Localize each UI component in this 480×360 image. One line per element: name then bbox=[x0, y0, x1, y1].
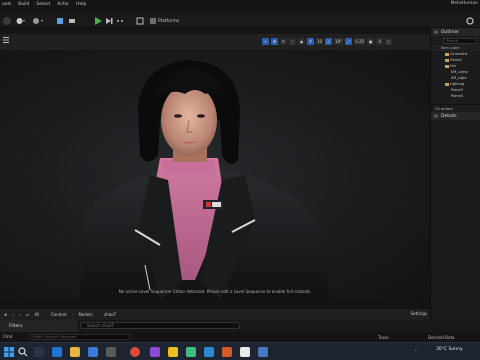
main-toolbar: Platforms bbox=[0, 14, 480, 28]
app-purple-icon[interactable] bbox=[150, 347, 160, 357]
menu-help[interactable]: Help bbox=[76, 2, 86, 7]
menu-bar: ools Build Select Actor Help bbox=[0, 0, 480, 8]
play-button[interactable] bbox=[94, 17, 102, 25]
camera-speed-icon[interactable]: ▣ bbox=[367, 38, 375, 45]
chrome-icon[interactable] bbox=[130, 347, 140, 357]
platforms-button[interactable]: Platforms bbox=[150, 17, 190, 25]
menu-build[interactable]: Build bbox=[18, 2, 29, 7]
viewport-message: No active Level Sequencer Editor detecte… bbox=[118, 289, 312, 294]
world-local-icon[interactable]: ◉ bbox=[298, 38, 305, 45]
breadcrumb-models[interactable]: Models bbox=[78, 312, 92, 317]
launch-icon[interactable] bbox=[136, 17, 144, 25]
system-tray-icon[interactable]: ⌃ bbox=[414, 349, 417, 354]
move-tool-button[interactable]: ✥ bbox=[271, 38, 278, 45]
blueprint-icon[interactable] bbox=[56, 17, 64, 25]
add-button-icon[interactable]: ⊕ bbox=[4, 312, 7, 317]
task-view-icon[interactable] bbox=[34, 347, 44, 357]
window-title: MetaHuman bbox=[450, 1, 478, 6]
app-yellow-icon[interactable] bbox=[168, 347, 178, 357]
mail-icon[interactable] bbox=[88, 347, 98, 357]
play-options-icon[interactable] bbox=[116, 17, 124, 25]
save-icon[interactable] bbox=[3, 17, 11, 25]
breadcrumb-separator-icon: › bbox=[97, 312, 100, 317]
folder-icon bbox=[445, 52, 449, 56]
details-title: Details bbox=[441, 113, 457, 119]
camera-speed-value[interactable]: 4 bbox=[376, 38, 384, 45]
app-orange-icon[interactable] bbox=[222, 347, 232, 357]
breadcrumb-zhaot[interactable]: zhaoT bbox=[104, 312, 116, 317]
filters-button[interactable]: Filters bbox=[0, 320, 78, 332]
viewport-menu-icon[interactable] bbox=[3, 37, 9, 43]
content-search-input[interactable]: Search zhaoT bbox=[80, 322, 240, 329]
outliner-title: Outliner bbox=[441, 29, 460, 35]
content-filter-row: Filters Search zhaoT bbox=[0, 320, 480, 332]
forward-icon[interactable]: › bbox=[19, 312, 21, 317]
app-blue-icon[interactable] bbox=[204, 347, 214, 357]
app-editor-icon[interactable] bbox=[258, 347, 268, 357]
outliner-tree: Cinematic Gentel Hm SM_Lamp SM_Light Lig… bbox=[431, 51, 480, 99]
unreal-engine-icon[interactable] bbox=[240, 347, 250, 357]
viewport-transform-controls: + ✥ ↻ ⬚ ◉ # 10 ∠ 10° ⤢ 0.25 ▣ 4 ▢ bbox=[262, 38, 393, 45]
taskbar-search-icon[interactable] bbox=[18, 347, 28, 357]
actor-count: 25 actors bbox=[431, 104, 480, 111]
weather-widget[interactable]: 30°C Sunny bbox=[436, 347, 463, 352]
viewport-bottom-bar bbox=[0, 300, 430, 309]
menu-tools[interactable]: ools bbox=[2, 2, 11, 7]
store-icon[interactable] bbox=[106, 347, 116, 357]
windows-start-icon[interactable] bbox=[4, 347, 14, 357]
rotate-snap-value[interactable]: 10° bbox=[334, 38, 344, 45]
content-settings-button[interactable]: Settings bbox=[411, 311, 427, 316]
folder-icon bbox=[445, 58, 449, 62]
outliner-tab-icon: ▤ bbox=[434, 29, 438, 34]
maximize-viewport-icon[interactable]: ▢ bbox=[385, 38, 393, 45]
menu-select[interactable]: Select bbox=[36, 2, 50, 7]
rotate-tool-button[interactable]: ↻ bbox=[280, 38, 287, 45]
menu-actor[interactable]: Actor bbox=[57, 2, 69, 7]
cmd-label[interactable]: Cmd bbox=[3, 334, 12, 339]
status-bar: Cmd Enter Console Command Trace Derived … bbox=[0, 332, 480, 342]
edge-browser-icon[interactable] bbox=[52, 347, 62, 357]
derived-data-button[interactable]: Derived Data bbox=[428, 335, 455, 340]
console-command-input[interactable]: Enter Console Command bbox=[30, 334, 130, 340]
scale-snap-toggle[interactable]: ⤢ bbox=[345, 38, 353, 45]
select-tool-button[interactable]: + bbox=[262, 38, 269, 45]
character-render bbox=[80, 60, 330, 300]
platforms-label: Platforms bbox=[158, 18, 180, 24]
folder-icon bbox=[445, 82, 449, 86]
scale-snap-value[interactable]: 0.25 bbox=[354, 38, 366, 45]
platforms-icon bbox=[150, 18, 156, 24]
outliner-search-input[interactable]: Search bbox=[443, 38, 477, 44]
grid-snap-toggle[interactable]: # bbox=[307, 38, 314, 45]
grid-snap-value[interactable]: 10 bbox=[316, 38, 324, 45]
breadcrumb-content[interactable]: Content bbox=[51, 312, 67, 317]
back-icon[interactable]: ‹ bbox=[12, 312, 14, 317]
settings-gear-icon[interactable] bbox=[466, 17, 474, 25]
os-taskbar: ⌃ 30°C Sunny bbox=[0, 342, 480, 360]
cinematics-icon[interactable] bbox=[68, 17, 76, 25]
details-tab-icon: ▤ bbox=[434, 113, 438, 118]
app-green-icon[interactable] bbox=[186, 347, 196, 357]
breadcrumb-separator-icon: › bbox=[44, 312, 46, 317]
details-header: ▤ Details bbox=[431, 112, 480, 120]
rotate-snap-toggle[interactable]: ∠ bbox=[325, 38, 333, 45]
content-breadcrumb: ⊕ ‹ › ▭ All › Content › Models › zhaoT S… bbox=[0, 309, 430, 320]
trace-button[interactable]: Trace bbox=[378, 335, 389, 340]
breadcrumb-all[interactable]: All bbox=[34, 312, 39, 317]
outliner-row-plane4[interactable]: Plane4 bbox=[431, 93, 480, 99]
select-mode-button[interactable] bbox=[16, 17, 26, 25]
scale-tool-button[interactable]: ⬚ bbox=[289, 38, 296, 45]
folder-browse-icon[interactable]: ▭ bbox=[26, 312, 30, 317]
level-viewport[interactable]: No active Level Sequencer Editor detecte… bbox=[0, 50, 430, 300]
right-panel: ▤ Outliner Search Item Label Cinematic G… bbox=[430, 28, 480, 332]
folder-icon bbox=[445, 64, 449, 68]
breadcrumb-separator-icon: › bbox=[71, 312, 74, 317]
outliner-header: ▤ Outliner bbox=[431, 28, 480, 36]
add-content-button[interactable] bbox=[32, 17, 46, 25]
step-button[interactable] bbox=[105, 17, 113, 25]
file-explorer-icon[interactable] bbox=[70, 347, 80, 357]
